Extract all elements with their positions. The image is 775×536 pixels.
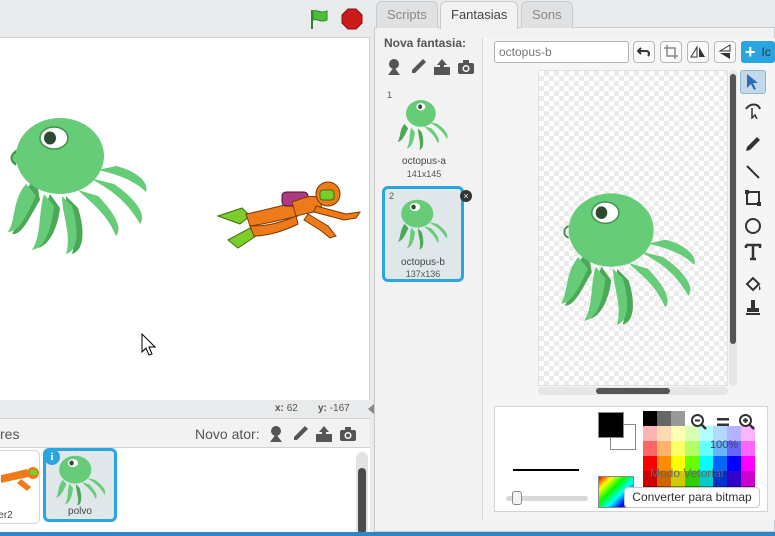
costume-size: 137x136 [405, 269, 441, 279]
octopus-a-thumbnail [397, 100, 448, 150]
sprite-list-scrollbar-thumb[interactable] [358, 468, 366, 534]
sprite-tile-diver[interactable]: ver2 [0, 450, 40, 524]
palette-swatch[interactable] [741, 441, 755, 456]
undo-icon[interactable] [633, 41, 655, 63]
costume-octopus-b[interactable] [559, 191, 699, 329]
green-flag-icon[interactable] [308, 8, 330, 30]
palette-swatch[interactable] [741, 456, 755, 471]
paint-canvas[interactable] [538, 70, 728, 386]
costume-number: 1 [387, 90, 393, 100]
costume-tile-1[interactable]: 1 octopus-a 141x145 [383, 88, 465, 182]
costume-number: 2 [389, 191, 395, 201]
upload-sprite-icon[interactable] [314, 424, 334, 444]
camera-sprite-icon[interactable] [338, 424, 358, 444]
choose-sprite-from-library-icon[interactable] [266, 424, 286, 444]
import-label: Ic [761, 45, 771, 59]
coord-y-value: -167 [329, 403, 350, 414]
stop-sign-icon[interactable] [341, 8, 363, 30]
editor-tabs: Scripts Fantasias Sons [376, 0, 775, 29]
primary-color-swatch[interactable] [598, 412, 624, 438]
fill-tool-icon[interactable] [740, 272, 766, 296]
palette-swatch[interactable] [671, 441, 685, 456]
vector-mode-label: Modo Vetorial [650, 466, 724, 480]
sprite-tile-polvo[interactable]: i polvo [43, 448, 117, 522]
palette-swatch[interactable] [657, 441, 671, 456]
paint-new-sprite-icon[interactable] [290, 424, 310, 444]
delete-costume-icon[interactable]: × [460, 190, 472, 202]
diver-sprite[interactable] [216, 180, 364, 252]
crosshair-icon: + [745, 41, 756, 62]
stamp-tool-icon[interactable] [740, 296, 766, 320]
palette-swatch[interactable] [657, 411, 671, 426]
flip-vertical-icon[interactable] [714, 41, 736, 63]
costume-name-input[interactable] [494, 41, 629, 63]
octopus-thumbnail [56, 455, 106, 506]
zoom-reset-icon[interactable] [713, 412, 733, 432]
canvas-horizontal-scrollbar-thumb[interactable] [596, 388, 670, 394]
rectangle-tool-icon[interactable] [740, 186, 766, 210]
palette-swatch[interactable] [671, 426, 685, 441]
paint-new-costume-icon[interactable] [408, 57, 428, 77]
costume-tile-2[interactable]: 2 octopus-b 137x136 [382, 186, 464, 282]
palette-swatch[interactable] [643, 426, 657, 441]
choose-costume-from-library-icon[interactable] [384, 57, 404, 77]
new-costume-label: Nova fantasia: [384, 36, 467, 50]
zoom-out-icon[interactable] [689, 412, 709, 432]
window-bottom-border [0, 532, 775, 536]
coord-x-value: 62 [286, 403, 298, 414]
line-tool-icon[interactable] [740, 160, 766, 184]
palette-swatch[interactable] [671, 411, 685, 426]
costume-name: octopus-a [402, 156, 446, 167]
tab-costumes[interactable]: Fantasias [440, 1, 519, 29]
palette-swatch[interactable] [727, 471, 741, 486]
new-sprite-label: Novo ator: [195, 426, 260, 442]
tab-sounds[interactable]: Sons [521, 1, 573, 28]
stage-coordinates: x: 62 y: -167 [0, 400, 370, 418]
palette-swatch[interactable] [643, 441, 657, 456]
pencil-tool-icon[interactable] [740, 132, 766, 156]
upload-costume-icon[interactable] [432, 57, 452, 77]
flip-horizontal-icon[interactable] [687, 41, 709, 63]
sprites-title: res [0, 426, 20, 442]
costume-size: 141x145 [406, 169, 442, 179]
convert-to-bitmap-button[interactable]: Converter para bitmap [624, 487, 760, 508]
zoom-in-icon[interactable] [737, 412, 757, 432]
clear-crop-icon[interactable] [660, 41, 682, 63]
palette-swatch[interactable] [741, 471, 755, 486]
octopus-b-thumbnail [398, 199, 448, 250]
import-button[interactable]: + Ic [741, 41, 775, 63]
sprite-label: ver2 [0, 510, 13, 521]
ellipse-tool-icon[interactable] [740, 214, 766, 238]
tab-scripts[interactable]: Scripts [376, 1, 438, 28]
select-tool-icon[interactable] [740, 70, 766, 94]
palette-swatch[interactable] [643, 411, 657, 426]
coord-x-label: x: [275, 403, 284, 414]
stage-canvas[interactable] [0, 38, 370, 400]
reshape-tool-icon[interactable] [740, 98, 766, 122]
palette-swatch[interactable] [657, 426, 671, 441]
sprites-header: res Novo ator: [0, 418, 370, 448]
octopus-sprite[interactable] [6, 116, 151, 258]
stroke-width-preview [513, 469, 579, 471]
sprite-list: ver2 i polvo [0, 448, 370, 536]
zoom-level: 100% [710, 439, 739, 451]
canvas-vertical-scrollbar-thumb[interactable] [730, 74, 736, 344]
coord-y-label: y: [318, 403, 327, 414]
sprite-label: polvo [68, 506, 92, 517]
camera-costume-icon[interactable] [456, 57, 476, 77]
palette-swatch[interactable] [727, 456, 741, 471]
text-tool-icon[interactable] [740, 240, 766, 264]
palette-swatch[interactable] [685, 441, 699, 456]
costume-name: octopus-b [401, 257, 445, 268]
diver-thumbnail [1, 467, 39, 491]
mouse-cursor-icon [141, 333, 157, 356]
stroke-width-slider-knob[interactable] [512, 491, 522, 505]
paint-toolbar [740, 70, 768, 320]
